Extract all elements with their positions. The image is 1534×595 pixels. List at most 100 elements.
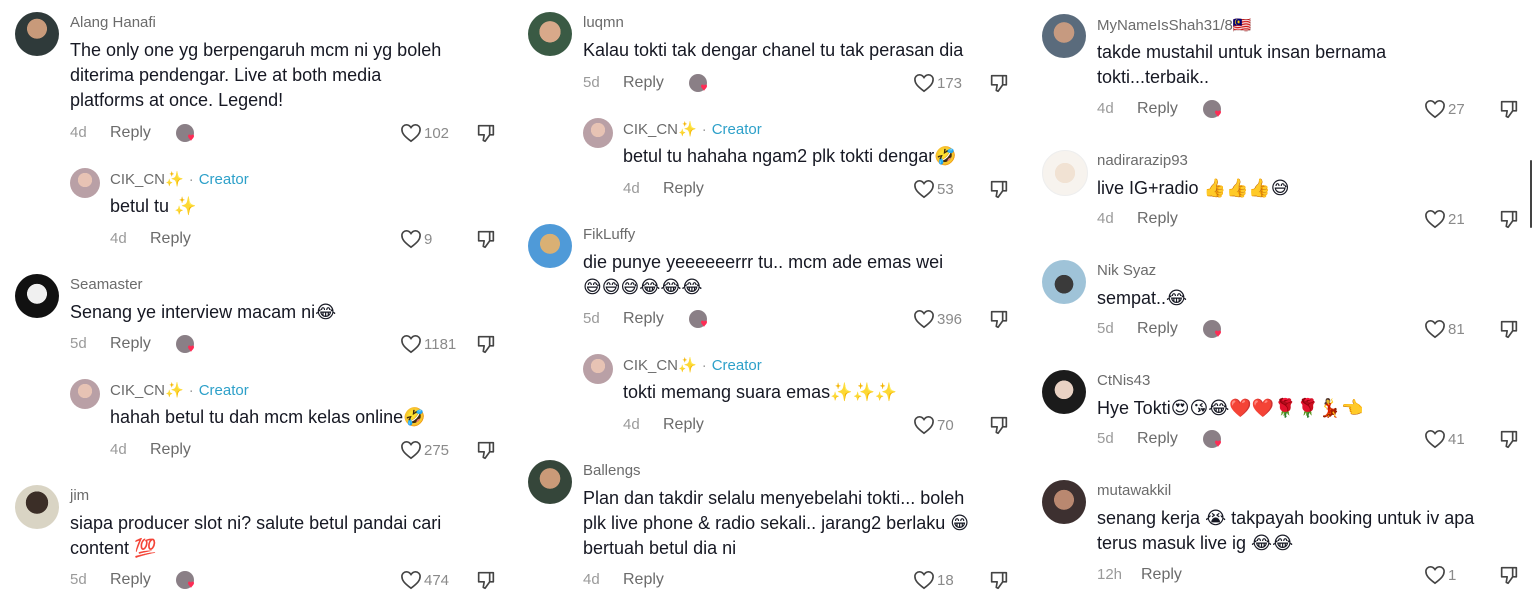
comment-meta: 5d Reply 474 bbox=[70, 569, 505, 593]
comment-username[interactable]: MyNameIsShah31/8🇲🇾 bbox=[1097, 16, 1252, 34]
like-button[interactable]: 18 bbox=[913, 569, 954, 591]
avatar[interactable] bbox=[1042, 260, 1086, 304]
comment-time: 4d bbox=[623, 416, 640, 433]
comment-line: Hye Tokti😍😘😂❤️❤️🌹🌹💃👈 bbox=[1097, 398, 1364, 418]
reply-button[interactable]: Reply bbox=[1137, 100, 1178, 118]
scrollbar-thumb[interactable] bbox=[1530, 160, 1532, 228]
username-text: CtNis43 bbox=[1097, 372, 1151, 389]
dislike-icon[interactable] bbox=[475, 228, 497, 250]
comment-username[interactable]: Alang Hanafi bbox=[70, 14, 156, 31]
reply-button[interactable]: Reply bbox=[110, 335, 151, 353]
like-button[interactable]: 474 bbox=[400, 569, 449, 591]
like-button[interactable]: 41 bbox=[1424, 428, 1465, 450]
like-button[interactable]: 70 bbox=[913, 414, 954, 436]
dislike-icon[interactable] bbox=[1498, 208, 1520, 230]
like-button[interactable]: 21 bbox=[1424, 208, 1465, 230]
dislike-icon[interactable] bbox=[988, 569, 1010, 591]
comment-username[interactable]: Seamaster bbox=[70, 276, 143, 293]
dislike-icon[interactable] bbox=[1498, 564, 1520, 586]
reply-button[interactable]: Reply bbox=[663, 416, 704, 434]
avatar[interactable] bbox=[583, 354, 613, 384]
comment-time: 5d bbox=[70, 335, 87, 352]
comment-username[interactable]: CtNis43 bbox=[1097, 372, 1150, 389]
reply-button[interactable]: Reply bbox=[1137, 320, 1178, 338]
comment-username[interactable]: Ballengs bbox=[583, 462, 641, 479]
like-button[interactable]: 1 bbox=[1424, 564, 1456, 586]
comment-username[interactable]: jim bbox=[70, 487, 89, 504]
comment-username[interactable]: CIK_CN✨ · Creator bbox=[623, 356, 762, 374]
dislike-icon[interactable] bbox=[475, 333, 497, 355]
comment-line: hahah betul tu dah mcm kelas online🤣 bbox=[110, 407, 426, 427]
avatar[interactable] bbox=[1042, 14, 1086, 58]
reply-button[interactable]: Reply bbox=[623, 571, 664, 589]
avatar[interactable] bbox=[528, 12, 572, 56]
dislike-icon[interactable] bbox=[1498, 318, 1520, 340]
reply-button[interactable]: Reply bbox=[623, 74, 664, 92]
dislike-icon[interactable] bbox=[475, 439, 497, 461]
comment-username[interactable]: CIK_CN✨ · Creator bbox=[110, 381, 249, 399]
reply-button[interactable]: Reply bbox=[150, 441, 191, 459]
comment-meta: 5d Reply 1181 bbox=[70, 333, 505, 357]
reply-button[interactable]: Reply bbox=[1137, 430, 1178, 448]
reply-button[interactable]: Reply bbox=[110, 571, 151, 589]
avatar[interactable] bbox=[1042, 370, 1086, 414]
comment-username[interactable]: nadirarazip93 bbox=[1097, 152, 1188, 169]
comment-meta: 4d Reply 27 bbox=[1097, 98, 1522, 122]
dislike-icon[interactable] bbox=[988, 308, 1010, 330]
dislike-icon[interactable] bbox=[1498, 98, 1520, 120]
like-button[interactable]: 275 bbox=[400, 439, 449, 461]
like-button[interactable]: 81 bbox=[1424, 318, 1465, 340]
avatar[interactable] bbox=[15, 12, 59, 56]
reply-button[interactable]: Reply bbox=[110, 124, 151, 142]
dislike-icon[interactable] bbox=[988, 178, 1010, 200]
dislike-icon[interactable] bbox=[475, 122, 497, 144]
comment-username[interactable]: Nik Syaz bbox=[1097, 262, 1156, 279]
username-text: CIK_CN✨ bbox=[623, 121, 697, 138]
comment-time: 5d bbox=[583, 310, 600, 327]
avatar[interactable] bbox=[15, 485, 59, 529]
dislike-icon[interactable] bbox=[988, 414, 1010, 436]
comment-time: 4d bbox=[1097, 100, 1114, 117]
avatar[interactable] bbox=[1042, 480, 1086, 524]
reply-button[interactable]: Reply bbox=[1137, 210, 1178, 228]
reply-button[interactable]: Reply bbox=[1141, 566, 1182, 584]
heart-icon bbox=[1425, 209, 1445, 229]
heart-icon bbox=[914, 570, 934, 590]
like-button[interactable]: 396 bbox=[913, 308, 962, 330]
like-button[interactable]: 173 bbox=[913, 72, 962, 94]
comment-line: tokti...terbaik.. bbox=[1097, 67, 1210, 87]
comment-username[interactable]: FikLuffy bbox=[583, 226, 635, 243]
like-button[interactable]: 9 bbox=[400, 228, 432, 250]
like-count: 9 bbox=[424, 230, 433, 248]
dislike-icon[interactable] bbox=[988, 72, 1010, 94]
reply-button[interactable]: Reply bbox=[150, 230, 191, 248]
comment-text: siapa producer slot ni? salute betul pan… bbox=[70, 511, 441, 561]
comment-username[interactable]: CIK_CN✨ · Creator bbox=[623, 120, 762, 138]
like-button[interactable]: 53 bbox=[913, 178, 954, 200]
reply-button[interactable]: Reply bbox=[663, 180, 704, 198]
like-button[interactable]: 27 bbox=[1424, 98, 1465, 120]
separator-dot: · bbox=[701, 357, 707, 374]
like-count: 18 bbox=[937, 571, 954, 589]
comment-username[interactable]: mutawakkil bbox=[1097, 482, 1171, 499]
dislike-icon[interactable] bbox=[1498, 428, 1520, 450]
comment-time: 4d bbox=[110, 441, 127, 458]
avatar[interactable] bbox=[70, 168, 100, 198]
comment-username[interactable]: CIK_CN✨ · Creator bbox=[110, 170, 249, 188]
username-text: FikLuffy bbox=[583, 226, 636, 243]
dislike-icon[interactable] bbox=[475, 569, 497, 591]
comment-username[interactable]: luqmn bbox=[583, 14, 624, 31]
avatar[interactable] bbox=[528, 224, 572, 268]
avatar[interactable] bbox=[1042, 150, 1088, 196]
like-button[interactable]: 1181 bbox=[400, 333, 456, 355]
comment-text: takde mustahil untuk insan bernama tokti… bbox=[1097, 40, 1386, 90]
comment-text: Kalau tokti tak dengar chanel tu tak per… bbox=[583, 38, 963, 63]
comment-text: Plan dan takdir selalu menyebelahi tokti… bbox=[583, 486, 969, 561]
like-button[interactable]: 102 bbox=[400, 122, 449, 144]
avatar[interactable] bbox=[528, 460, 572, 504]
reply-button[interactable]: Reply bbox=[623, 310, 664, 328]
avatar[interactable] bbox=[15, 274, 59, 318]
avatar[interactable] bbox=[583, 118, 613, 148]
avatar[interactable] bbox=[70, 379, 100, 409]
heart-icon bbox=[1425, 565, 1445, 585]
